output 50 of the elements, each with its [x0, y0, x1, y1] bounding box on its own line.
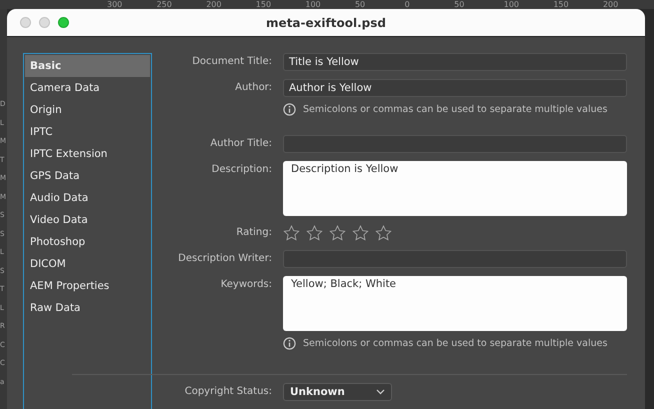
field-label: Document Title:	[191, 55, 272, 69]
field-label: Description:	[210, 162, 272, 176]
ruler-label: 200	[602, 0, 620, 9]
ruler-label: 0	[404, 0, 411, 9]
ruler-label: 50	[354, 0, 366, 9]
field-label: Keywords:	[220, 278, 272, 292]
star-icon[interactable]	[283, 224, 300, 240]
category-item[interactable]: Camera Data	[25, 77, 150, 99]
category-item[interactable]: IPTC	[25, 121, 150, 143]
star-icon[interactable]	[352, 224, 369, 240]
category-item[interactable]: Video Data	[25, 209, 150, 231]
ruler-label: 150	[553, 0, 570, 9]
category-item[interactable]: Origin	[25, 99, 150, 121]
text-field[interactable]	[283, 134, 627, 152]
hint-text: Semicolons or commas can be used to separate multiple values	[303, 104, 608, 115]
star-icon[interactable]	[375, 224, 392, 240]
zoom-button[interactable]	[58, 17, 69, 28]
field-label: Description Writer:	[177, 252, 272, 266]
info-icon	[283, 103, 296, 116]
star-icon[interactable]	[329, 224, 346, 240]
text-field[interactable]: Author is Yellow	[283, 79, 627, 97]
field-label: Copyright Status:	[184, 385, 272, 399]
category-item[interactable]: GPS Data	[25, 165, 150, 187]
ruler-label: 250	[156, 0, 173, 9]
field-label: Author:	[234, 81, 272, 95]
chevron-icon	[376, 389, 385, 395]
ruler-label: 150	[256, 0, 272, 9]
field-label: Author Title:	[209, 136, 272, 150]
dropdown[interactable]: Unknown	[283, 383, 392, 401]
category-item[interactable]: AEM Properties	[25, 275, 150, 297]
category-item[interactable]: Audio Data	[25, 187, 150, 209]
ruler-label: 100	[504, 0, 520, 9]
text-area[interactable]: Description is Yellow	[283, 160, 627, 216]
window-title: meta-exiftool.psd	[266, 16, 386, 30]
text-area[interactable]: Yellow; Black; White	[283, 276, 627, 330]
ruler-label: 50	[454, 0, 466, 9]
category-item[interactable]: DICOM	[25, 253, 150, 275]
ruler-label: 100	[305, 0, 322, 9]
text-field[interactable]	[283, 250, 627, 268]
category-item[interactable]: Photoshop	[25, 231, 150, 253]
category-item[interactable]: IPTC Extension	[25, 143, 150, 165]
info-icon	[283, 336, 296, 350]
category-item[interactable]: Raw Data	[25, 297, 150, 319]
ruler-label: 200	[206, 0, 222, 9]
star-icon[interactable]	[306, 224, 323, 240]
ruler-label: 300	[107, 0, 124, 9]
text-field[interactable]: Title is Yellow	[283, 53, 627, 71]
hint-text: Semicolons or commas can be used to separate multiple values	[303, 338, 608, 348]
category-item[interactable]: Basic	[25, 55, 150, 77]
field-label: Rating:	[235, 226, 272, 240]
